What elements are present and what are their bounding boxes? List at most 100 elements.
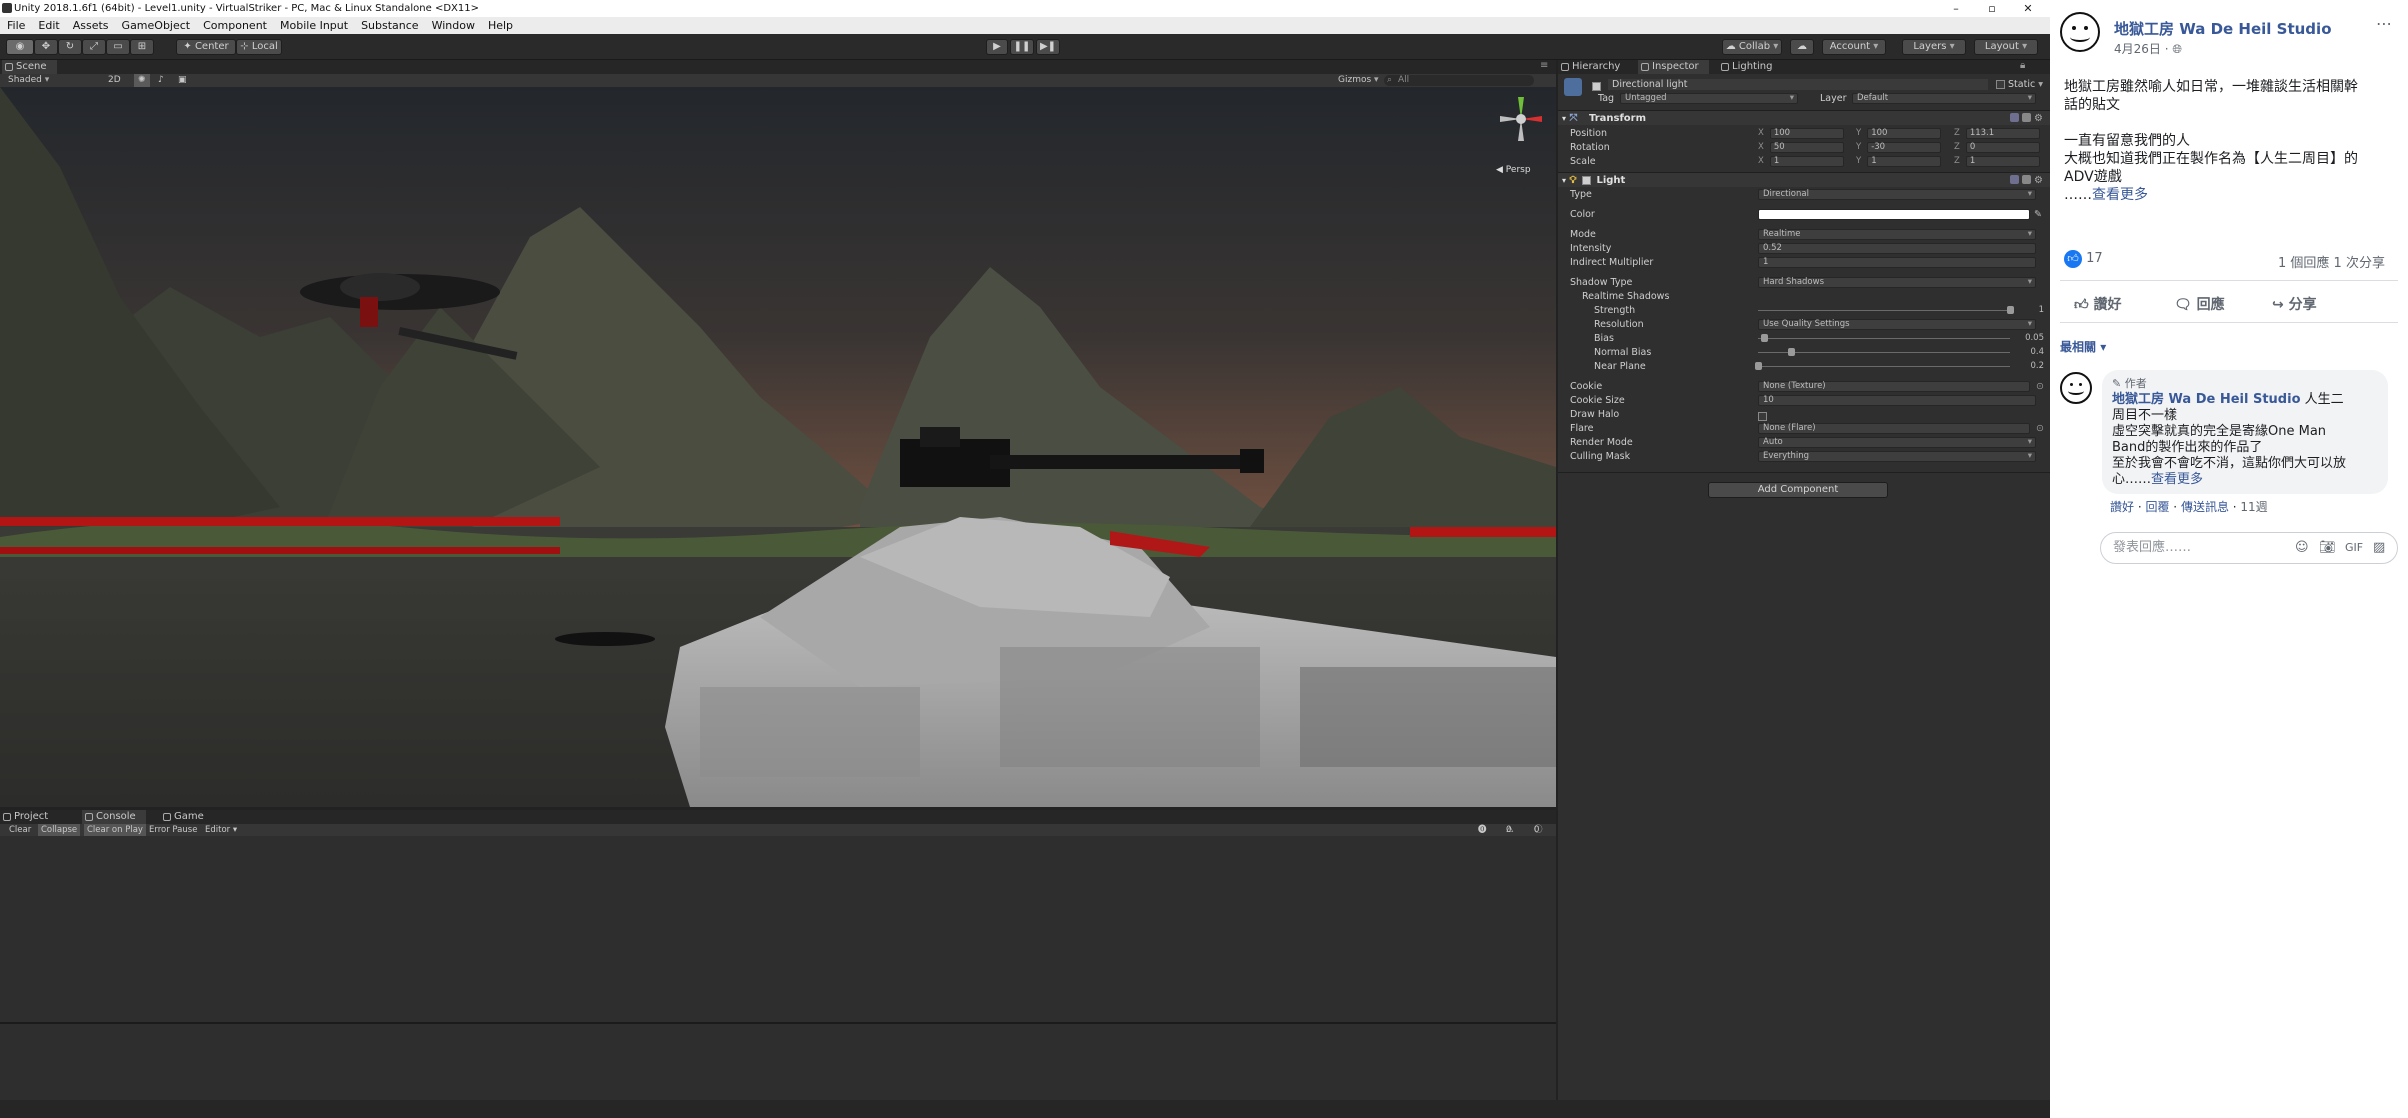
panel-menu-icon[interactable]: ≡ (1540, 60, 1548, 71)
comments-count[interactable]: 1 個回應 (2278, 256, 2329, 271)
page-name-link[interactable]: 地獄工房 Wa De Heil Studio (2114, 18, 2332, 39)
mode-dropdown[interactable]: Realtime (1758, 229, 2036, 240)
menu-component[interactable]: Component (196, 17, 273, 34)
maximize-button[interactable]: ▫ (1974, 0, 2010, 17)
object-picker-icon[interactable]: ⊙ (2036, 422, 2044, 435)
rotation-y-field[interactable]: Y -30 (1856, 142, 1944, 153)
minimize-button[interactable]: – (1938, 0, 1974, 17)
rotate-tool-button[interactable]: ↻ (58, 39, 82, 55)
console-log-list[interactable] (0, 836, 1556, 1118)
intensity-field[interactable]: 0.52 (1758, 243, 2036, 254)
services-button[interactable]: ☁ (1790, 39, 1814, 55)
menu-assets[interactable]: Assets (66, 17, 115, 34)
component-settings-icon[interactable]: ⚙ (2034, 111, 2043, 126)
send-message-link[interactable]: 傳送訊息 (2181, 500, 2229, 514)
flare-field[interactable]: None (Flare) (1758, 423, 2030, 434)
menu-edit[interactable]: Edit (31, 17, 65, 34)
object-name-input[interactable]: Directional light (1608, 79, 1988, 90)
scale-y-field[interactable]: Y1 (1856, 156, 1944, 167)
close-button[interactable]: ✕ (2010, 0, 2046, 17)
see-more-link[interactable]: 查看更多 (2092, 187, 2148, 203)
tab-hierarchy[interactable]: Hierarchy (1558, 60, 1630, 74)
comment-sort-dropdown[interactable]: 最相關 ▾ (2060, 338, 2106, 355)
rect-tool-button[interactable]: ▭ (106, 39, 130, 55)
scale-x-field[interactable]: X1 (1758, 156, 1846, 167)
menu-gameobject[interactable]: GameObject (115, 17, 197, 34)
like-button[interactable]: 👍︎ 讚好 (2074, 294, 2122, 314)
indirect-multiplier-field[interactable]: 1 (1758, 257, 2036, 268)
scene-search-input[interactable]: ⌕ All (1384, 75, 1534, 86)
comment-reply-link[interactable]: 回覆 (2145, 500, 2169, 514)
emoji-icon[interactable]: ☺ (2295, 533, 2309, 563)
tab-inspector[interactable]: Inspector (1638, 60, 1709, 74)
shares-count[interactable]: 1 次分享 (2334, 256, 2385, 271)
comment-input[interactable]: 發表回應…… ☺ 📷︎ GIF ▨ (2100, 532, 2398, 564)
transform-tool-button[interactable]: ⊞ (130, 39, 154, 55)
render-mode-dropdown[interactable]: Auto (1758, 437, 2036, 448)
shading-mode-dropdown[interactable]: Shaded (8, 74, 49, 87)
comment-time[interactable]: 11週 (2240, 500, 2267, 514)
menu-mobile-input[interactable]: Mobile Input (273, 17, 354, 34)
normal-bias-slider[interactable] (1758, 348, 2010, 356)
reactions-summary[interactable]: 👍︎ 17 (2064, 250, 2103, 268)
share-button[interactable]: ↪ 分享 (2272, 294, 2317, 314)
static-toggle[interactable]: Static (1996, 78, 2043, 91)
audio-toggle-icon[interactable]: ♪ (158, 74, 164, 87)
move-tool-button[interactable]: ✥ (34, 39, 58, 55)
preset-icon[interactable] (2022, 113, 2031, 122)
cookie-field[interactable]: None (Texture) (1758, 381, 2030, 392)
layout-dropdown[interactable]: Layout (1974, 39, 2038, 55)
lighting-toggle-icon[interactable]: ✺ (134, 74, 150, 87)
tab-project[interactable]: Project (0, 810, 58, 824)
scale-tool-button[interactable]: ⤢ (82, 39, 106, 55)
culling-mask-dropdown[interactable]: Everything (1758, 451, 2036, 462)
camera-icon[interactable]: 📷︎ (2319, 533, 2336, 563)
console-splitter[interactable] (0, 1022, 1556, 1024)
strength-slider[interactable] (1758, 306, 2014, 314)
lock-icon[interactable]: 🔒︎ (2020, 60, 2025, 71)
pause-button[interactable]: ❚❚ (1010, 39, 1034, 55)
pivot-center-button[interactable]: ✦ Center (176, 39, 236, 55)
normal-bias-value[interactable]: 0.4 (2014, 346, 2044, 359)
commenter-avatar[interactable] (2060, 372, 2092, 404)
comment-author-link[interactable]: 地獄工房 Wa De Heil Studio (2112, 392, 2301, 407)
comment-button[interactable]: 🗨︎ 回應 (2174, 294, 2225, 314)
help-icon[interactable] (2010, 113, 2019, 122)
gizmos-dropdown[interactable]: Gizmos (1338, 74, 1379, 87)
near-plane-slider[interactable] (1755, 362, 2010, 370)
collab-dropdown[interactable]: ☁ Collab (1722, 39, 1782, 55)
2d-toggle[interactable]: 2D (108, 74, 121, 87)
bias-value[interactable]: 0.05 (2014, 332, 2044, 345)
slider-knob[interactable] (1761, 334, 1769, 342)
projection-label[interactable]: ◀ Persp (1496, 165, 1531, 175)
near-plane-value[interactable]: 0.2 (2014, 360, 2044, 373)
tab-game[interactable]: Game (160, 810, 214, 824)
color-field[interactable] (1758, 209, 2030, 220)
tab-lighting[interactable]: Lighting (1718, 60, 1782, 74)
shadow-type-dropdown[interactable]: Hard Shadows (1758, 277, 2036, 288)
light-enabled-checkbox[interactable] (1581, 175, 1591, 185)
type-dropdown[interactable]: Directional (1758, 189, 2036, 200)
light-header[interactable]: ▾ 💡︎ Light ⚙ (1558, 172, 2050, 187)
cookie-size-field[interactable]: 10 (1758, 395, 2036, 406)
transform-header[interactable]: ▾ ⤧ Transform ⚙ (1558, 110, 2050, 125)
post-options-icon[interactable]: ⋯ (2376, 14, 2392, 33)
slider-knob[interactable] (1787, 348, 1795, 356)
scene-gizmo[interactable]: ◀ Persp (1490, 91, 1550, 175)
component-settings-icon[interactable]: ⚙ (2034, 173, 2043, 188)
console-clear-on-play-toggle[interactable]: Clear on Play (84, 824, 146, 836)
position-z-field[interactable]: Z 113.1 (1954, 128, 2042, 139)
hand-tool-button[interactable]: ◉ (6, 39, 34, 55)
position-x-field[interactable]: X 100 (1758, 128, 1846, 139)
comment-see-more-link[interactable]: 查看更多 (2151, 472, 2203, 487)
gif-icon[interactable]: GIF (2345, 533, 2363, 563)
menu-help[interactable]: Help (481, 17, 519, 34)
rotation-x-field[interactable]: X 50 (1758, 142, 1846, 153)
menu-file[interactable]: File (0, 17, 31, 34)
resolution-dropdown[interactable]: Use Quality Settings (1758, 319, 2036, 330)
comment-like-link[interactable]: 讚好 (2110, 500, 2134, 514)
slider-knob[interactable] (1755, 362, 1762, 370)
effects-toggle-icon[interactable]: ▣ (178, 74, 187, 87)
post-date[interactable]: 4月26日 · 🌐︎ (2114, 40, 2182, 57)
layers-dropdown[interactable]: Layers (1902, 39, 1966, 55)
